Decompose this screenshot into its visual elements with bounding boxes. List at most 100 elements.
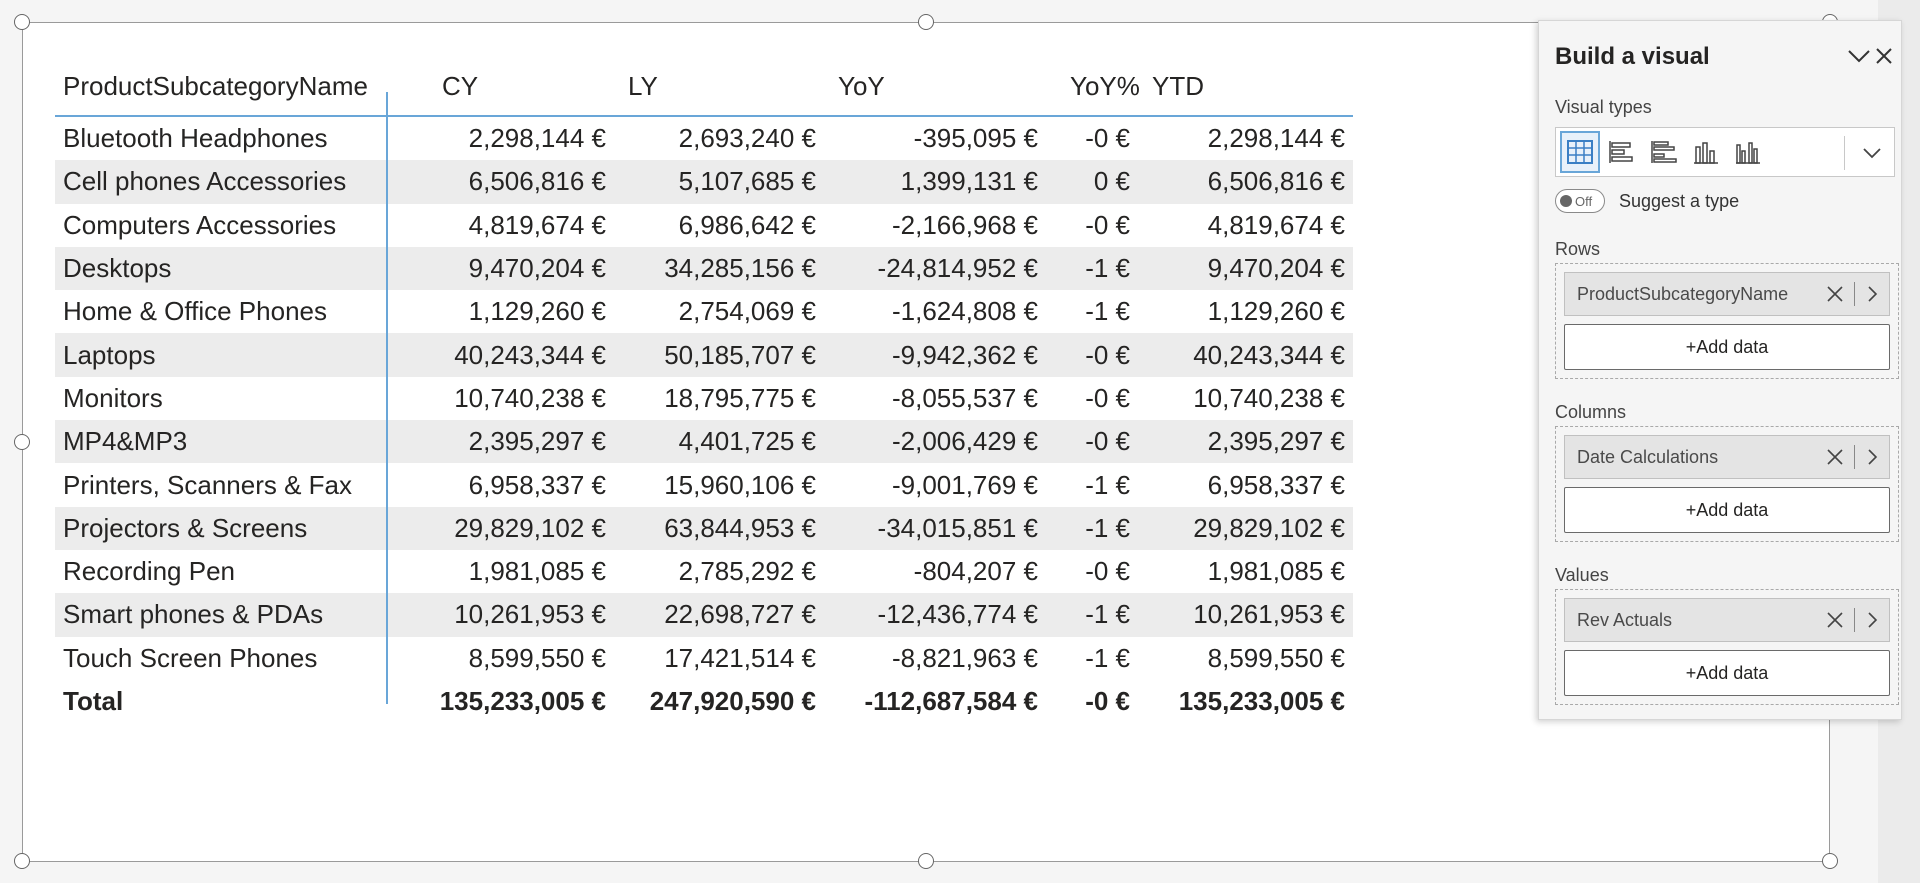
values-field-chip[interactable]: Rev Actuals — [1564, 598, 1890, 642]
table-row[interactable]: Desktops 9,470,204 € 34,285,156 € -24,814,9… — [55, 246, 1353, 291]
cell-subcategory: Desktops — [63, 253, 172, 284]
cell-subcategory: Home & Office Phones — [63, 296, 327, 327]
cell-subcategory: Cell phones Accessories — [63, 166, 347, 197]
cell-yoy-pct: -0 € — [1085, 339, 1130, 370]
cell-cy: 6,506,816 € — [468, 166, 606, 197]
table-row[interactable]: Bluetooth Headphones 2,298,144 € 2,693,240… — [55, 117, 1353, 160]
cell-ly: 6,986,642 € — [678, 209, 816, 240]
divider — [1854, 608, 1855, 632]
stacked-column-icon[interactable] — [1686, 131, 1726, 173]
cell-subcategory: Touch Screen Phones — [63, 642, 318, 673]
table-body: Bluetooth Headphones 2,298,144 € 2,693,240… — [55, 117, 1353, 723]
column-header-yoy[interactable]: YoY — [830, 71, 1052, 102]
cell-yoy: -8,055,537 € — [891, 382, 1038, 413]
clustered-bar-icon[interactable] — [1644, 131, 1684, 173]
table-row[interactable]: Cell phones Accessories 6,506,816 € 5,107,… — [55, 160, 1353, 204]
rows-field-chip[interactable]: ProductSubcategoryName — [1564, 272, 1890, 316]
suggest-type-toggle[interactable]: Off — [1555, 189, 1605, 213]
column-header-ly[interactable]: LY — [620, 71, 830, 102]
values-well: Rev Actuals +Add data — [1555, 589, 1899, 705]
rows-add-data-button[interactable]: +Add data — [1564, 324, 1890, 370]
cell-yoy-pct: -1 € — [1085, 296, 1130, 327]
suggest-type-label: Suggest a type — [1619, 190, 1740, 211]
stacked-bar-icon[interactable] — [1602, 131, 1642, 173]
cell-ytd: 10,740,238 € — [1193, 382, 1345, 413]
cell-ytd: 8,599,550 € — [1207, 642, 1345, 673]
cell-yoy-pct: -1 € — [1085, 469, 1130, 500]
chevron-right-icon[interactable] — [1861, 607, 1883, 633]
cell-yoy-pct: 0 € — [1093, 166, 1130, 197]
visual-types-label: Visual types — [1555, 97, 1652, 117]
chevron-right-icon[interactable] — [1861, 281, 1883, 307]
cell-yoy: -8,821,963 € — [891, 642, 1038, 673]
values-add-data-button[interactable]: +Add data — [1564, 650, 1890, 696]
close-icon[interactable] — [1873, 45, 1895, 67]
resize-handle[interactable] — [918, 14, 934, 30]
remove-field-icon[interactable] — [1822, 607, 1848, 633]
column-header-subcategory[interactable]: ProductSubcategoryName — [55, 71, 410, 102]
cell-ytd: 10,261,953 € — [1193, 599, 1345, 630]
cell-ly: 34,285,156 € — [664, 253, 816, 284]
toggle-state: Off — [1575, 193, 1593, 209]
table-row[interactable]: MP4&MP3 2,395,297 € 4,401,725 € -2,006,429 … — [55, 420, 1353, 464]
table-row[interactable]: Touch Screen Phones 8,599,550 € 17,421,514… — [55, 637, 1353, 680]
cell-cy: 2,298,144 € — [468, 123, 606, 154]
pane-title: Build a visual — [1555, 43, 1710, 70]
cell-subcategory: Smart phones & PDAs — [63, 599, 324, 630]
rows-well: ProductSubcategoryName +Add data — [1555, 263, 1899, 379]
cell-ly: 2,785,292 € — [678, 556, 816, 587]
cell-yoy: -34,015,851 € — [877, 512, 1038, 543]
cell-ytd: 1,129,260 € — [1207, 296, 1345, 327]
table-row[interactable]: Recording Pen 1,981,085 € 2,785,292 € -804,… — [55, 550, 1353, 593]
visual-types-bar — [1555, 127, 1895, 177]
cell-yoy: -9,942,362 € — [891, 339, 1038, 370]
columns-field-chip[interactable]: Date Calculations — [1564, 435, 1890, 479]
chevron-right-icon[interactable] — [1861, 444, 1883, 470]
build-visual-pane: Build a visual Visual types Off Suggest … — [1538, 20, 1902, 720]
cell-yoy: -2,006,429 € — [891, 426, 1038, 457]
columns-add-data-button[interactable]: +Add data — [1564, 487, 1890, 533]
column-header-yoy-pct[interactable]: YoY% — [1052, 71, 1144, 102]
cell-ly: 17,421,514 € — [664, 642, 816, 673]
remove-field-icon[interactable] — [1822, 281, 1848, 307]
cell-yoy-pct: -1 € — [1085, 253, 1130, 284]
resize-handle[interactable] — [14, 14, 30, 30]
collapse-chevron-icon[interactable] — [1845, 45, 1873, 67]
column-header-cy[interactable]: CY — [410, 71, 620, 102]
field-name: Rev Actuals — [1577, 609, 1673, 630]
clustered-column-icon[interactable] — [1728, 131, 1768, 173]
divider — [1854, 282, 1855, 306]
table-row[interactable]: Smart phones & PDAs 10,261,953 € 22,698,72… — [55, 593, 1353, 637]
table-row[interactable]: Laptops 40,243,344 € 50,185,707 € -9,942,36… — [55, 333, 1353, 377]
resize-handle[interactable] — [14, 434, 30, 450]
cell-ly: 18,795,775 € — [664, 382, 816, 413]
table-icon[interactable] — [1560, 131, 1600, 173]
column-header-ytd[interactable]: YTD — [1144, 71, 1353, 102]
remove-field-icon[interactable] — [1822, 444, 1848, 470]
cell-cy: 1,129,260 € — [468, 296, 606, 327]
table-row[interactable]: Computers Accessories 4,819,674 € 6,986,64… — [55, 204, 1353, 247]
chevron-down-icon[interactable] — [1856, 138, 1888, 168]
table-row[interactable]: Projectors & Screens 29,829,102 € 63,844,9… — [55, 506, 1353, 550]
cell-cy: 10,740,238 € — [454, 382, 606, 413]
resize-handle[interactable] — [1822, 853, 1838, 869]
resize-handle[interactable] — [918, 853, 934, 869]
cell-yoy: -12,436,774 € — [877, 599, 1038, 630]
cell-cy: 4,819,674 € — [468, 209, 606, 240]
columns-label: Columns — [1555, 402, 1627, 422]
total-cell-yoy: -112,687,584 € — [864, 686, 1039, 716]
table-row[interactable]: Home & Office Phones 1,129,260 € 2,754,069… — [55, 290, 1353, 333]
resize-handle[interactable] — [14, 853, 30, 869]
total-cell-subcategory: Total — [63, 686, 124, 716]
cell-ly: 22,698,727 € — [664, 599, 816, 630]
cell-ly: 2,754,069 € — [678, 296, 816, 327]
table-row[interactable]: Monitors 10,740,238 € 18,795,775 € -8,055,5… — [55, 377, 1353, 420]
cell-yoy-pct: -0 € — [1085, 209, 1130, 240]
cell-ytd: 40,243,344 € — [1193, 339, 1345, 370]
cell-yoy: -1,624,808 € — [891, 296, 1038, 327]
cell-yoy-pct: -1 € — [1085, 642, 1130, 673]
table-row[interactable]: Printers, Scanners & Fax 6,958,337 € 15,96… — [55, 463, 1353, 506]
cell-ly: 2,693,240 € — [678, 123, 816, 154]
divider — [1844, 136, 1845, 170]
cell-cy: 6,958,337 € — [468, 469, 606, 500]
